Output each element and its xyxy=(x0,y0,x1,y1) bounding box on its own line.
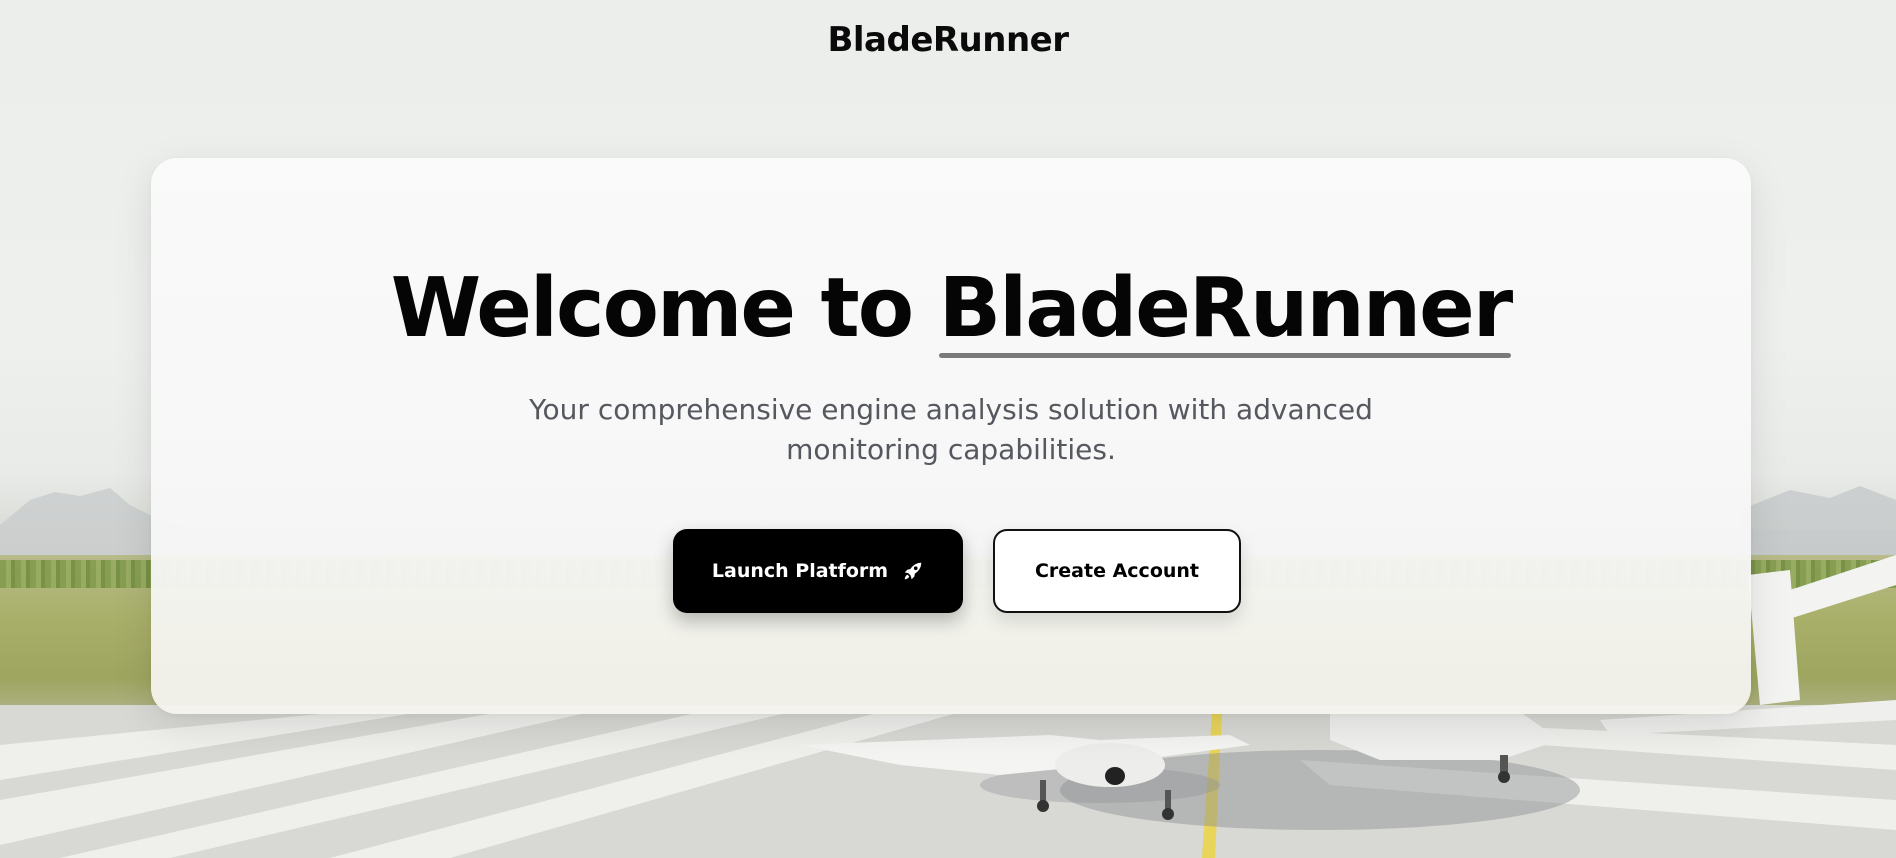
brand-logo-text[interactable]: BladeRunner xyxy=(0,20,1896,60)
launch-platform-button[interactable]: Launch Platform xyxy=(673,529,963,613)
rocket-icon xyxy=(902,560,924,582)
hero-subtitle: Your comprehensive engine analysis solut… xyxy=(529,393,1373,466)
hero-actions: Launch Platform Create Account xyxy=(151,529,1751,613)
hero-title-prefix: Welcome to xyxy=(390,261,939,356)
create-account-button[interactable]: Create Account xyxy=(993,529,1241,613)
landing-page: BladeRunner Welcome to BladeRunner Your … xyxy=(0,0,1896,858)
hero-card: Welcome to BladeRunner Your comprehensiv… xyxy=(151,158,1751,714)
hero-title-brand: BladeRunner xyxy=(938,260,1513,359)
hero-title: Welcome to BladeRunner xyxy=(151,260,1751,359)
launch-platform-label: Launch Platform xyxy=(711,560,889,582)
